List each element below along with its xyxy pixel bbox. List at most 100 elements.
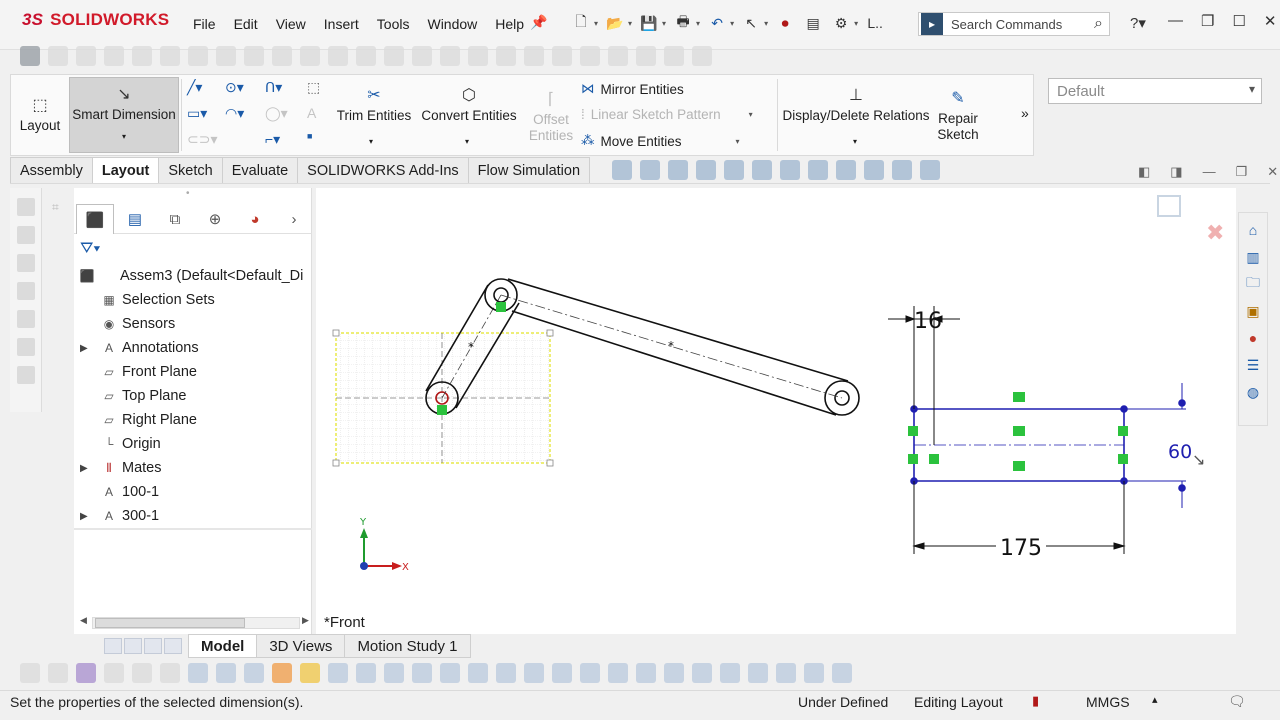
tab-solidworks-addins[interactable]: SOLIDWORKS Add-Ins [297, 157, 469, 183]
select-icon[interactable] [104, 663, 124, 683]
filter-gtol-icon[interactable] [608, 663, 628, 683]
tree-item-block-300[interactable]: ▶ A 300-1 [74, 504, 312, 528]
display-delete-relations-button[interactable]: ⊥ Display/Delete Relations [781, 79, 931, 131]
tab-evaluate[interactable]: Evaluate [221, 157, 299, 183]
hide-show-items-icon[interactable] [808, 160, 828, 180]
filter-welds-icon[interactable] [524, 663, 544, 683]
dimension-16-value[interactable]: 16 [914, 309, 942, 334]
display-pane-icon[interactable] [920, 160, 940, 180]
tree-item-right-plane[interactable]: ▱ Right Plane [74, 408, 312, 432]
dynamic-annotation-icon[interactable] [724, 160, 744, 180]
chevron-down-icon[interactable]: ▾ [628, 19, 632, 28]
scrollbar-track[interactable] [92, 617, 300, 629]
block-100-instance[interactable] [332, 329, 554, 467]
zoom-to-area-icon[interactable] [640, 160, 660, 180]
smart-dimension-button[interactable]: ↘ Smart Dimension ▾ [69, 77, 179, 153]
undo-icon[interactable]: ↶ [706, 12, 728, 34]
tree-item-block-100[interactable]: A 100-1 [74, 480, 312, 504]
restore-icon[interactable]: ❐ [1236, 164, 1248, 180]
edit-appearance-icon[interactable] [836, 160, 856, 180]
unit-system[interactable]: MMGS [1086, 694, 1130, 710]
scrollbar-thumb[interactable] [95, 618, 245, 628]
graphics-area[interactable]: * * 16 175 60 ↘ Y X ✖ [316, 188, 1236, 634]
restore-icon[interactable]: ❐ [1201, 12, 1214, 30]
filter-vertices-icon[interactable] [188, 663, 208, 683]
chevron-down-icon[interactable]: ▾ [594, 19, 598, 28]
mirror-entities-button[interactable]: ⋈ Mirror Entities [581, 81, 684, 97]
tab-layout[interactable]: Layout [91, 157, 160, 183]
arc-tool-icon[interactable]: ◠▾ [225, 105, 244, 122]
more-tools-icon[interactable]: » [1021, 105, 1029, 121]
chevron-down-icon[interactable]: ▾ [696, 19, 700, 28]
previous-view-icon[interactable] [668, 160, 688, 180]
confirmation-corner[interactable]: ✖ [1157, 195, 1224, 246]
dimension-175-value[interactable]: 175 [1000, 536, 1042, 561]
print-icon[interactable]: 🖶 [672, 12, 694, 34]
cancel-icon[interactable]: ✖ [1206, 221, 1224, 246]
open-icon[interactable]: 📂 [604, 12, 626, 34]
configuration-dropdown[interactable]: Default [1048, 78, 1262, 104]
overflow-icon[interactable]: L.. [864, 12, 886, 34]
menu-file[interactable]: File [184, 16, 225, 32]
trim-entities-button[interactable]: ✂ Trim Entities [333, 79, 415, 131]
filter-surfaces-icon[interactable] [272, 663, 292, 683]
view-palette-icon[interactable]: ▣ [1243, 301, 1263, 321]
panel-grip[interactable]: • [186, 188, 190, 199]
chevron-down-icon[interactable]: ▾ [730, 19, 734, 28]
appearances-icon[interactable]: ● [1243, 328, 1263, 348]
rebuild-icon[interactable]: ⏺ [774, 12, 796, 34]
tab-flow-simulation[interactable]: Flow Simulation [467, 157, 591, 183]
tab-sketch[interactable]: Sketch [158, 157, 223, 183]
filter-routing-icon[interactable] [776, 663, 796, 683]
rectangle-tool-icon[interactable]: ▭▾ [187, 105, 207, 122]
filter-icon[interactable]: ⛛▾ [80, 240, 100, 258]
tree-item-sensors[interactable]: ◉ Sensors [74, 312, 312, 336]
chat-icon[interactable]: 🗨 [1228, 693, 1246, 710]
filter-hatch-icon[interactable] [748, 663, 768, 683]
new-document-icon[interactable]: 🗋 [570, 12, 592, 34]
filter-connection-icon[interactable] [804, 663, 824, 683]
solidworks-logo[interactable]: 3S SOLIDWORKS [22, 10, 169, 30]
filter-faces-icon[interactable] [244, 663, 264, 683]
filter-planes-icon[interactable] [356, 663, 376, 683]
tree-item-selection-sets[interactable]: ▦ Selection Sets [74, 288, 312, 312]
filter-solids-icon[interactable] [300, 663, 320, 683]
solidworks-forum-icon[interactable]: ◍ [1243, 382, 1263, 402]
menu-view[interactable]: View [267, 16, 315, 32]
filter-axes-icon[interactable] [328, 663, 348, 683]
chevron-down-icon[interactable]: ▾ [662, 19, 666, 28]
previous-tab-icon[interactable] [124, 638, 142, 654]
filter-edges-icon[interactable] [216, 663, 236, 683]
move-entities-button[interactable]: ⁂ Move Entities ▾ [581, 133, 740, 149]
fillet-tool-icon[interactable]: ⌐▾ [265, 131, 280, 148]
filter-mates-icon[interactable] [832, 663, 852, 683]
file-explorer-icon[interactable]: 🗀 [1243, 274, 1263, 294]
search-commands-box[interactable]: ▸ Search Commands ⌕ [918, 12, 1110, 36]
next-tab-icon[interactable] [144, 638, 162, 654]
point-tool-icon[interactable]: ■ [307, 131, 312, 141]
feature-manager-tab-icon[interactable]: ⬛ [76, 204, 114, 234]
coincident-relation-icon[interactable] [496, 302, 506, 312]
display-style-icon[interactable] [780, 160, 800, 180]
chevron-down-icon[interactable]: ▾ [853, 137, 857, 146]
filter-icon[interactable] [76, 663, 96, 683]
view-settings-icon[interactable] [892, 160, 912, 180]
dimxpert-tab-icon[interactable]: ⊕ [196, 204, 234, 234]
minimize-icon[interactable]: — [1168, 12, 1183, 30]
restore-right-icon[interactable]: ◨ [1170, 164, 1182, 180]
filter-blocks-icon[interactable] [664, 663, 684, 683]
circle-tool-icon[interactable]: ⊙▾ [225, 79, 244, 96]
chevron-down-icon[interactable]: ▾ [369, 137, 373, 146]
tree-item-mates[interactable]: ▶ ⫴ Mates [74, 456, 312, 480]
filter-centerlines-icon[interactable] [720, 663, 740, 683]
filter-surface-finish-icon[interactable] [496, 663, 516, 683]
scroll-right-icon[interactable]: ▶ [302, 615, 309, 626]
tab-3d-views[interactable]: 3D Views [256, 634, 346, 658]
chevron-down-icon[interactable]: ▾ [749, 110, 753, 119]
home-icon[interactable]: ⌂ [1243, 220, 1263, 240]
maximize-icon[interactable]: ☐ [1232, 12, 1245, 30]
layout-button[interactable]: ⬚ Layout [13, 77, 67, 153]
layout-sketch[interactable]: * * 16 175 60 ↘ Y X ✖ [316, 188, 1236, 634]
menu-insert[interactable]: Insert [315, 16, 368, 32]
expand-arrow-icon[interactable]: ▶ [80, 511, 88, 522]
